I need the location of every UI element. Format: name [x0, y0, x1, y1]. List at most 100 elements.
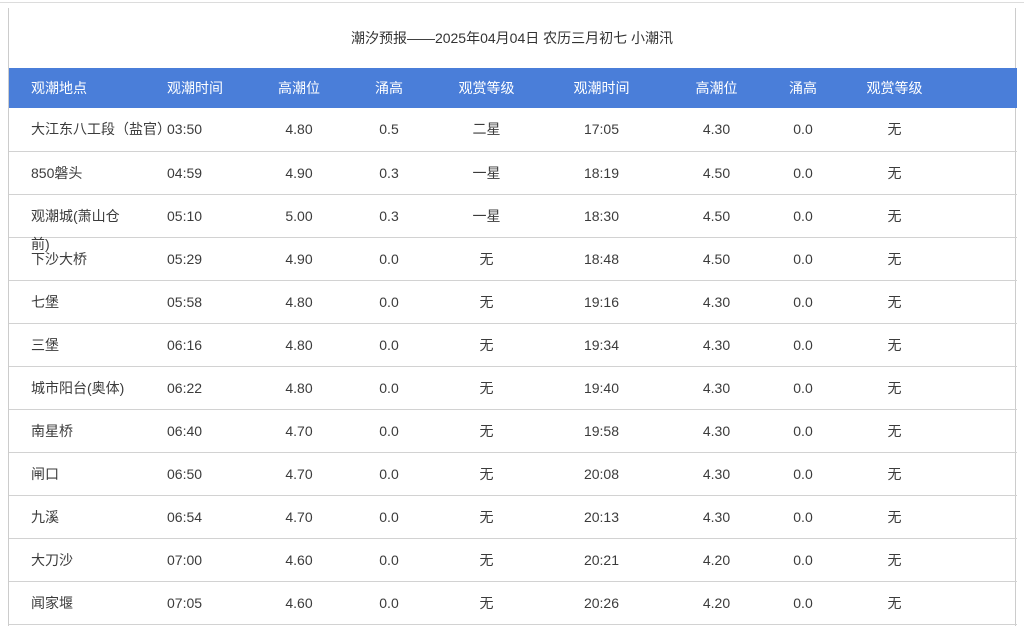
evening-surge-cell: 0.0: [759, 409, 847, 452]
morning-time-cell: 07:05: [159, 581, 264, 624]
row-spacer-cell: [942, 495, 1017, 538]
evening-surge-cell: 0.0: [759, 151, 847, 194]
location-text: 三堡: [31, 331, 159, 359]
evening-high-tide-cell: 4.30: [674, 452, 759, 495]
morning-high-tide-cell: 4.70: [264, 452, 334, 495]
morning-high-tide-cell: 4.60: [264, 538, 334, 581]
evening-grade-cell: 无: [847, 452, 942, 495]
evening-grade-cell: 无: [847, 409, 942, 452]
morning-time-cell: 06:54: [159, 495, 264, 538]
morning-time-cell: 05:10: [159, 194, 264, 237]
morning-grade-cell: 无: [444, 581, 529, 624]
location-text: 南星桥: [31, 417, 159, 445]
morning-grade-cell: 无: [444, 323, 529, 366]
morning-high-tide-cell: 4.80: [264, 108, 334, 151]
morning-surge-cell: 0.0: [334, 366, 444, 409]
evening-time-cell: 18:30: [529, 194, 674, 237]
morning-surge-cell: 0.0: [334, 323, 444, 366]
evening-surge-cell: 0.0: [759, 581, 847, 624]
morning-time-cell: 05:29: [159, 237, 264, 280]
evening-high-tide-cell: 4.50: [674, 237, 759, 280]
evening-grade-cell: 无: [847, 366, 942, 409]
row-spacer-cell: [942, 366, 1017, 409]
location-text: 大刀沙: [31, 546, 159, 574]
tide-table: 观潮地点 观潮时间 高潮位 涌高 观赏等级 观潮时间 高潮位 涌高 观赏等级 大…: [9, 68, 1017, 625]
location-cell: 七堡: [9, 280, 159, 323]
row-spacer-cell: [942, 280, 1017, 323]
evening-surge-cell: 0.0: [759, 280, 847, 323]
location-cell: 观潮城(萧山仓 前): [9, 194, 159, 237]
col-header-evening-time: 观潮时间: [529, 68, 674, 108]
evening-grade-cell: 无: [847, 581, 942, 624]
row-spacer-cell: [942, 538, 1017, 581]
table-row: 850磐头04:594.900.3一星18:194.500.0无: [9, 151, 1017, 194]
evening-time-cell: 18:48: [529, 237, 674, 280]
morning-surge-cell: 0.0: [334, 538, 444, 581]
evening-high-tide-cell: 4.30: [674, 409, 759, 452]
row-spacer-cell: [942, 452, 1017, 495]
table-row: 闸口06:504.700.0无20:084.300.0无: [9, 452, 1017, 495]
morning-high-tide-cell: 4.90: [264, 237, 334, 280]
location-cell: 九溪: [9, 495, 159, 538]
evening-high-tide-cell: 4.50: [674, 151, 759, 194]
location-cell: 闻家堰: [9, 581, 159, 624]
evening-high-tide-cell: 4.30: [674, 280, 759, 323]
evening-surge-cell: 0.0: [759, 237, 847, 280]
col-header-evening-high: 高潮位: [674, 68, 759, 108]
morning-grade-cell: 一星: [444, 151, 529, 194]
location-cell: 850磐头: [9, 151, 159, 194]
morning-time-cell: 03:50: [159, 108, 264, 151]
evening-surge-cell: 0.0: [759, 194, 847, 237]
col-header-morning-grade: 观赏等级: [444, 68, 529, 108]
col-header-evening-surge: 涌高: [759, 68, 847, 108]
evening-time-cell: 20:08: [529, 452, 674, 495]
evening-high-tide-cell: 4.30: [674, 366, 759, 409]
morning-grade-cell: 一星: [444, 194, 529, 237]
evening-high-tide-cell: 4.50: [674, 194, 759, 237]
morning-time-cell: 06:22: [159, 366, 264, 409]
morning-time-cell: 06:16: [159, 323, 264, 366]
evening-high-tide-cell: 4.30: [674, 495, 759, 538]
evening-grade-cell: 无: [847, 280, 942, 323]
page-top-divider: [0, 2, 1024, 3]
evening-high-tide-cell: 4.20: [674, 581, 759, 624]
evening-time-cell: 20:26: [529, 581, 674, 624]
evening-time-cell: 19:40: [529, 366, 674, 409]
location-text: 大江东八工段（盐官）: [31, 115, 159, 143]
morning-grade-cell: 无: [444, 452, 529, 495]
row-spacer-cell: [942, 194, 1017, 237]
morning-high-tide-cell: 4.60: [264, 581, 334, 624]
evening-grade-cell: 无: [847, 323, 942, 366]
evening-grade-cell: 无: [847, 151, 942, 194]
evening-high-tide-cell: 4.30: [674, 108, 759, 151]
evening-surge-cell: 0.0: [759, 452, 847, 495]
table-row: 三堡06:164.800.0无19:344.300.0无: [9, 323, 1017, 366]
location-text: 七堡: [31, 288, 159, 316]
row-spacer-cell: [942, 151, 1017, 194]
row-spacer-cell: [942, 323, 1017, 366]
location-text: 闸口: [31, 460, 159, 488]
col-header-spacer: [942, 68, 1017, 108]
location-cell: 南星桥: [9, 409, 159, 452]
morning-time-cell: 07:00: [159, 538, 264, 581]
location-text: 下沙大桥: [31, 245, 159, 273]
morning-high-tide-cell: 5.00: [264, 194, 334, 237]
col-header-evening-grade: 观赏等级: [847, 68, 942, 108]
morning-surge-cell: 0.0: [334, 581, 444, 624]
table-row: 南星桥06:404.700.0无19:584.300.0无: [9, 409, 1017, 452]
morning-grade-cell: 无: [444, 409, 529, 452]
morning-surge-cell: 0.0: [334, 280, 444, 323]
evening-time-cell: 19:58: [529, 409, 674, 452]
morning-grade-cell: 无: [444, 495, 529, 538]
morning-grade-cell: 无: [444, 280, 529, 323]
table-row: 城市阳台(奥体)06:224.800.0无19:404.300.0无: [9, 366, 1017, 409]
morning-surge-cell: 0.0: [334, 495, 444, 538]
location-cell: 城市阳台(奥体): [9, 366, 159, 409]
morning-grade-cell: 无: [444, 538, 529, 581]
morning-surge-cell: 0.3: [334, 194, 444, 237]
row-spacer-cell: [942, 581, 1017, 624]
evening-surge-cell: 0.0: [759, 366, 847, 409]
morning-surge-cell: 0.3: [334, 151, 444, 194]
evening-surge-cell: 0.0: [759, 323, 847, 366]
table-row: 观潮城(萧山仓 前)05:105.000.3一星18:304.500.0无: [9, 194, 1017, 237]
